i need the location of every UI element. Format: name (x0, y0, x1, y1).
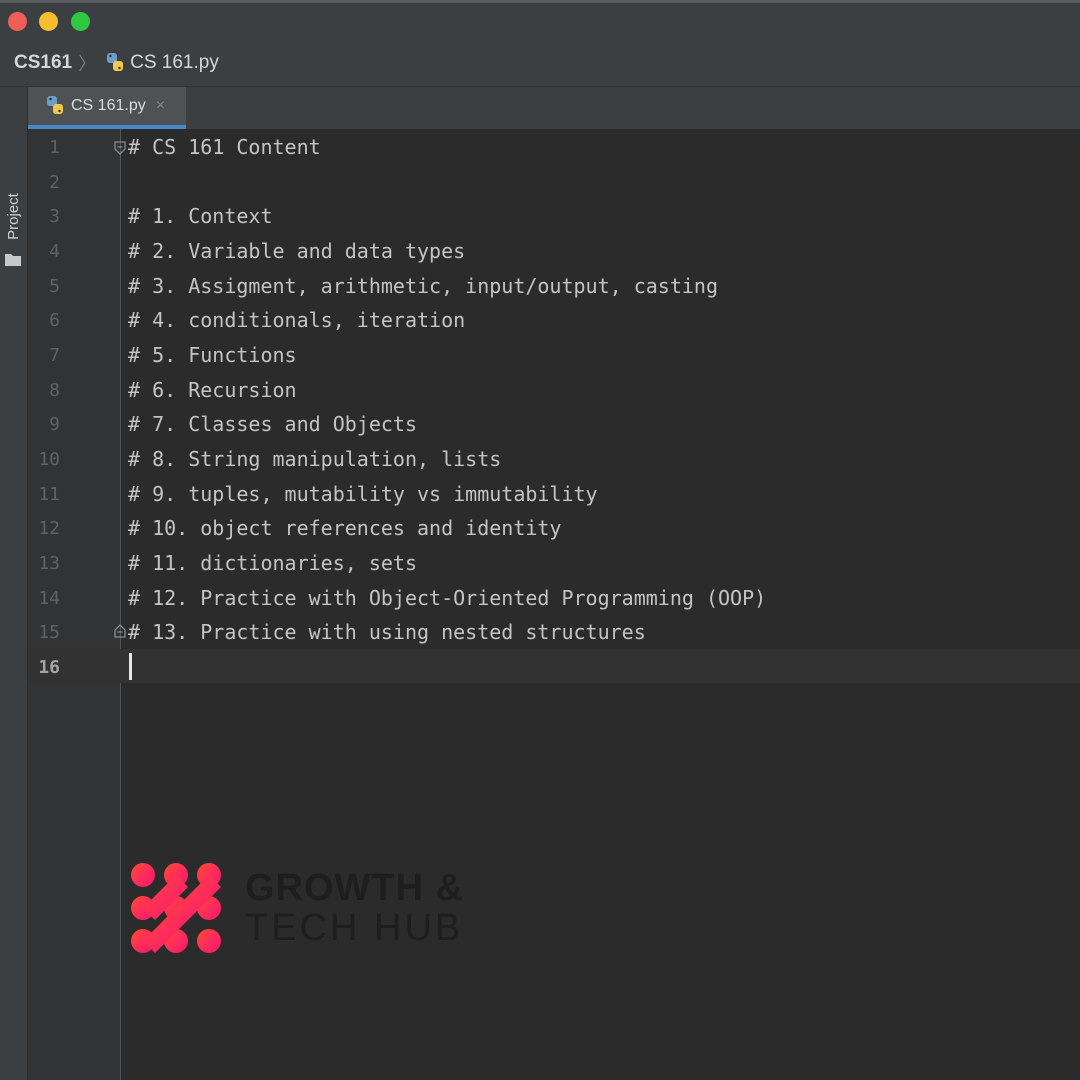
code-line[interactable]: # 11. dictionaries, sets (128, 546, 417, 581)
line-number: 15 (38, 622, 60, 643)
growth-tech-hub-logo-icon (131, 862, 221, 953)
code-line[interactable]: # 4. conditionals, iteration (128, 303, 465, 338)
line-number: 2 (49, 172, 60, 193)
code-line[interactable]: # 12. Practice with Object-Oriented Prog… (128, 581, 766, 616)
breadcrumb-file[interactable]: CS 161.py (130, 52, 219, 74)
line-number: 12 (38, 518, 60, 539)
project-tool-window-label: Project (4, 192, 22, 240)
code-line[interactable]: # 8. String manipulation, lists (128, 442, 501, 477)
current-line-highlight (28, 649, 1080, 683)
editor-tab-bar: CS 161.py × (28, 87, 1080, 130)
line-number-current: 16 (38, 657, 60, 678)
breadcrumb-project[interactable]: CS161 (14, 52, 72, 74)
line-number: 11 (38, 484, 60, 505)
breadcrumb-separator-icon: 〉 (78, 54, 97, 74)
code-line[interactable]: # 7. Classes and Objects (128, 407, 417, 442)
watermark-text: GROWTH & TECH HUB (245, 868, 464, 948)
code-line[interactable]: # 1. Context (128, 199, 273, 234)
code-line[interactable]: # 2. Variable and data types (128, 234, 465, 269)
python-file-icon (107, 53, 124, 71)
code-line[interactable]: # 3. Assigment, arithmetic, input/output… (128, 269, 718, 304)
watermark-logo: GROWTH & TECH HUB (130, 858, 464, 958)
close-icon[interactable]: × (156, 97, 165, 115)
watermark-line1: GROWTH & (245, 867, 465, 909)
folder-icon[interactable] (4, 252, 22, 267)
line-number: 5 (49, 276, 60, 297)
line-number: 8 (49, 380, 60, 401)
fold-start-icon[interactable] (114, 141, 126, 155)
python-file-icon (47, 96, 63, 114)
text-caret (129, 653, 132, 680)
code-line[interactable]: # 6. Recursion (128, 373, 297, 408)
code-line[interactable]: # CS 161 Content (128, 130, 321, 165)
tool-window-strip: Project (0, 87, 28, 1080)
line-number: 7 (49, 345, 60, 366)
code-line[interactable]: # 9. tuples, mutability vs immutability (128, 477, 598, 512)
line-number: 10 (38, 449, 60, 470)
fold-end-icon[interactable] (114, 624, 126, 638)
tab-label: CS 161.py (71, 97, 146, 114)
line-number: 1 (49, 137, 60, 158)
minimize-window-button[interactable] (39, 12, 58, 31)
line-number: 9 (49, 414, 60, 435)
close-window-button[interactable] (8, 12, 27, 31)
watermark-line2: TECH HUB (245, 907, 464, 949)
line-number: 13 (38, 553, 60, 574)
line-number: 4 (49, 241, 60, 262)
project-tool-window-button[interactable]: Project (2, 185, 24, 247)
line-number: 6 (49, 310, 60, 331)
line-number: 14 (38, 588, 60, 609)
code-line[interactable]: # 13. Practice with using nested structu… (128, 615, 646, 650)
breadcrumb: CS161 〉 CS 161.py (0, 40, 1080, 87)
code-line[interactable]: # 5. Functions (128, 338, 297, 373)
zoom-window-button[interactable] (71, 12, 90, 31)
window-titlebar (0, 0, 1080, 40)
code-line[interactable]: # 10. object references and identity (128, 511, 561, 546)
tab-cs161-py[interactable]: CS 161.py × (28, 87, 186, 129)
line-number: 3 (49, 206, 60, 227)
